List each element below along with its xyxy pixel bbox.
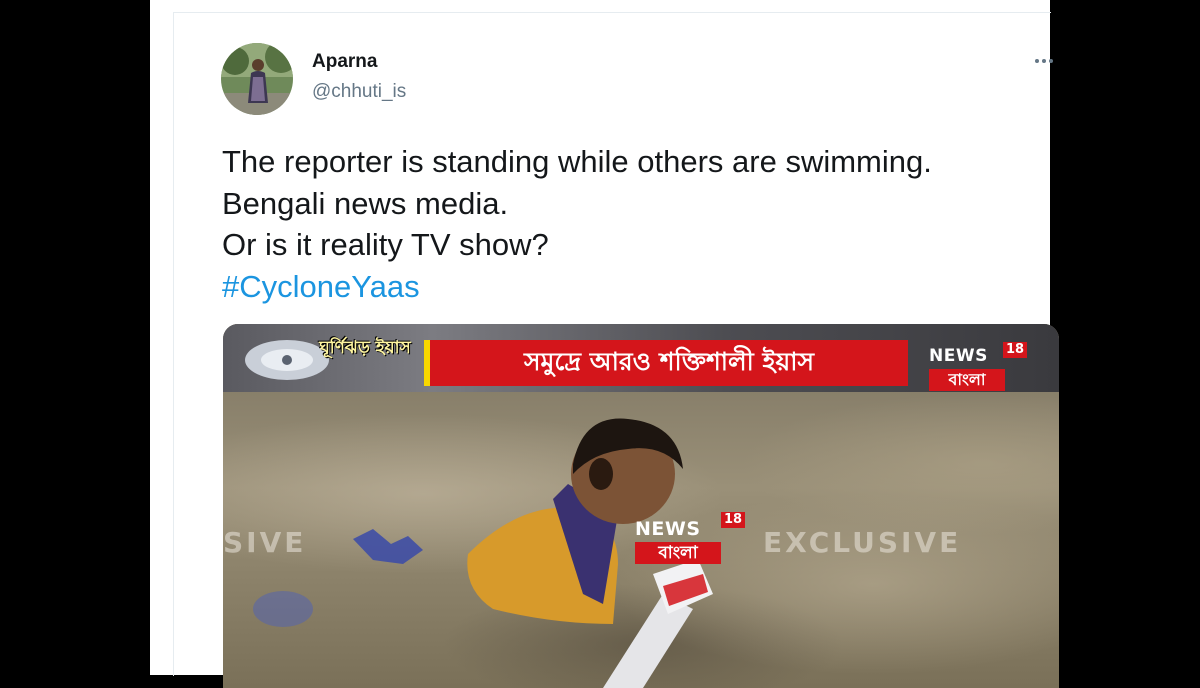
author-handle[interactable]: @chhuti_is (312, 81, 406, 103)
news-banner: ঘূর্ণিঝড় ইয়াস সমুদ্রে আরও শক্তিশালী ইয… (223, 324, 1059, 392)
mic-logo: NEWS 18 বাংলা (635, 510, 755, 568)
user-avatar-photo (221, 43, 293, 115)
tweet-text-line: Or is it reality TV show? (222, 227, 549, 262)
tweet-text: The reporter is standing while others ar… (222, 141, 1052, 307)
mic-logo-name: NEWS (635, 518, 701, 540)
channel-logo-language: বাংলা (929, 369, 1005, 391)
tweet-card[interactable]: Aparna @chhuti_is The reporter is standi… (173, 12, 1059, 688)
news-headline: সমুদ্রে আরও শক্তিশালী ইয়াস (523, 346, 815, 376)
author-display-name[interactable]: Aparna (312, 51, 377, 73)
exclusive-watermark-left: SIVE (223, 526, 307, 559)
more-options-button[interactable] (1030, 49, 1058, 73)
storm-label: ঘূর্ণিঝড় ইয়াস (319, 338, 411, 358)
channel-logo-name: NEWS (929, 346, 988, 366)
headline-box: সমুদ্রে আরও শক্তিশালী ইয়াস (424, 340, 908, 386)
channel-logo-number: 18 (1003, 342, 1028, 358)
tweet-panel: Aparna @chhuti_is The reporter is standi… (150, 0, 1059, 688)
tweet-text-line: Bengali news media. (222, 185, 509, 221)
ellipsis-icon (1035, 59, 1039, 63)
hashtag-link[interactable]: #CycloneYaas (222, 266, 1052, 308)
mic-logo-number: 18 (721, 512, 746, 528)
tweet-text-line: The reporter is standing while others ar… (222, 144, 932, 179)
video-media[interactable]: ঘূর্ণিঝড় ইয়াস সমুদ্রে আরও শক্তিশালী ইয… (223, 324, 1059, 688)
mic-logo-language: বাংলা (635, 542, 721, 564)
channel-logo: NEWS 18 বাংলা (929, 342, 1028, 392)
user-avatar[interactable] (221, 43, 293, 115)
exclusive-watermark-right: EXCLUSIVE (763, 526, 962, 559)
